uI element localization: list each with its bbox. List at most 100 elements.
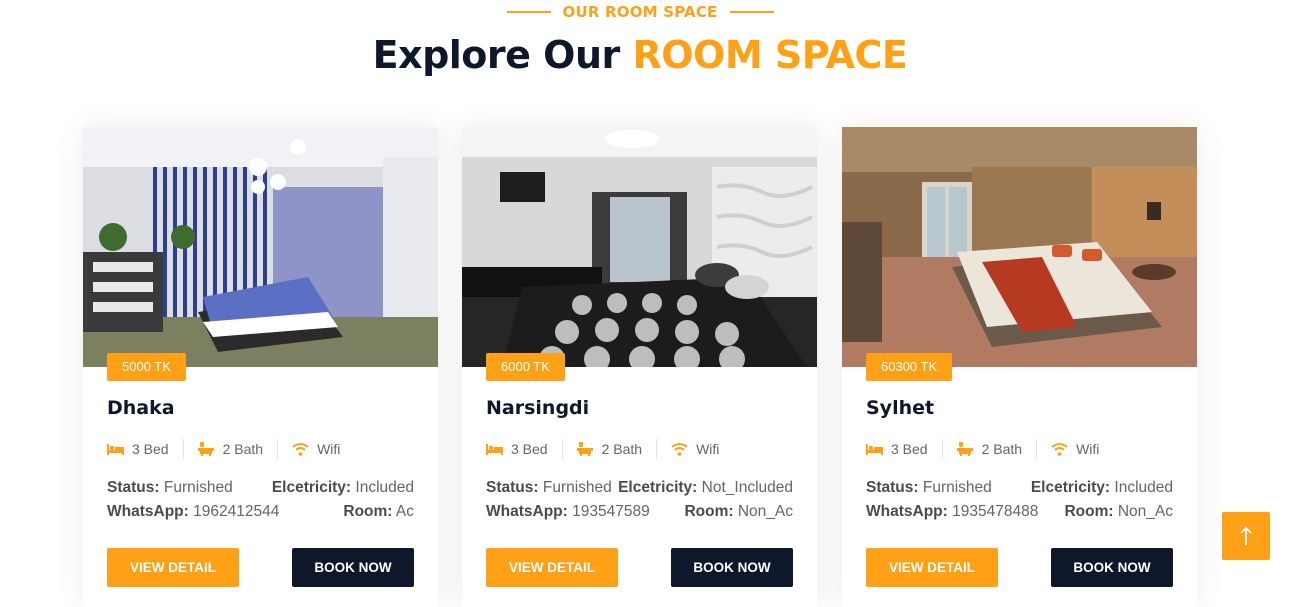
whatsapp-value: 1962412544 bbox=[193, 503, 280, 520]
electricity-label: Elcetricity: bbox=[618, 479, 698, 496]
electricity-value: Included bbox=[355, 479, 414, 496]
amenities: 3 Bed 2 Bath Wifi bbox=[107, 439, 340, 459]
amenities: 3 Bed 2 Bath Wifi bbox=[866, 439, 1099, 459]
amenity-bed-label: 3 Bed bbox=[511, 441, 548, 457]
tag-line-right bbox=[729, 11, 774, 13]
section-tag-text: OUR ROOM SPACE bbox=[562, 3, 718, 21]
amenities: 3 Bed 2 Bath Wifi bbox=[486, 439, 719, 459]
view-detail-button[interactable]: VIEW DETAIL bbox=[107, 548, 239, 587]
amenity-bath: 2 Bath bbox=[576, 441, 643, 457]
info-row-contact: WhatsApp: 1962412544 Room: Ac bbox=[107, 503, 414, 521]
info-row-status: Status: Furnished Elcetricity: Included bbox=[866, 479, 1173, 497]
view-detail-button[interactable]: VIEW DETAIL bbox=[866, 548, 998, 587]
info-row-contact: WhatsApp: 193547589 Room: Non_Ac bbox=[486, 503, 793, 521]
status-value: Furnished bbox=[542, 479, 612, 496]
whatsapp-field: WhatsApp: 193547589 bbox=[486, 503, 650, 521]
amenity-bed: 3 Bed bbox=[486, 441, 548, 457]
electricity-field: Elcetricity: Included bbox=[272, 479, 414, 497]
status-label: Status: bbox=[107, 479, 160, 496]
info-row-status: Status: Furnished Elcetricity: Included bbox=[107, 479, 414, 497]
section-title-accent: ROOM SPACE bbox=[632, 33, 908, 77]
amenity-wifi-label: Wifi bbox=[1076, 441, 1100, 457]
amenity-wifi: Wifi bbox=[671, 441, 719, 457]
bed-icon bbox=[866, 442, 883, 456]
price-badge: 6000 TK bbox=[486, 353, 565, 381]
status-field: Status: Furnished bbox=[486, 479, 612, 497]
amenity-divider bbox=[561, 439, 563, 459]
book-now-button[interactable]: BOOK NOW bbox=[671, 548, 793, 587]
room-card: 60300 TK Sylhet 3 Bed 2 Bath Wifi Status… bbox=[842, 127, 1197, 607]
room-type-label: Room: bbox=[1064, 503, 1114, 520]
amenity-divider bbox=[182, 439, 184, 459]
amenity-divider bbox=[277, 439, 279, 459]
amenity-bed: 3 Bed bbox=[866, 441, 928, 457]
room-photo bbox=[842, 127, 1197, 367]
room-card: 6000 TK Narsingdi 3 Bed 2 Bath Wifi Stat… bbox=[462, 127, 817, 607]
room-type-label: Room: bbox=[343, 503, 393, 520]
tag-line-left bbox=[506, 11, 551, 13]
status-label: Status: bbox=[866, 479, 919, 496]
amenity-wifi: Wifi bbox=[292, 441, 340, 457]
whatsapp-label: WhatsApp: bbox=[486, 503, 568, 520]
room-photo bbox=[83, 127, 438, 367]
bath-icon bbox=[197, 442, 215, 456]
amenity-wifi: Wifi bbox=[1051, 441, 1099, 457]
electricity-field: Elcetricity: Included bbox=[1031, 479, 1173, 497]
room-type-field: Room: Ac bbox=[343, 503, 414, 521]
electricity-label: Elcetricity: bbox=[271, 479, 352, 496]
room-type-label: Room: bbox=[684, 503, 734, 520]
electricity-value: Not_Included bbox=[701, 479, 793, 496]
room-type-value: Non_Ac bbox=[737, 503, 793, 520]
info-row-contact: WhatsApp: 1935478488 Room: Non_Ac bbox=[866, 503, 1173, 521]
electricity-field: Elcetricity: Not_Included bbox=[618, 479, 793, 497]
arrow-up-icon bbox=[1239, 526, 1253, 546]
room-type-value: Ac bbox=[395, 503, 414, 520]
electricity-value: Included bbox=[1114, 479, 1173, 496]
room-type-field: Room: Non_Ac bbox=[1064, 503, 1173, 521]
wifi-icon bbox=[1051, 442, 1068, 456]
bed-icon bbox=[486, 442, 503, 456]
bath-icon bbox=[576, 442, 594, 456]
room-type-field: Room: Non_Ac bbox=[684, 503, 793, 521]
amenity-wifi-label: Wifi bbox=[317, 441, 341, 457]
section-title: Explore Our ROOM SPACE bbox=[0, 30, 1280, 80]
whatsapp-value: 193547589 bbox=[572, 503, 650, 520]
amenity-divider bbox=[656, 439, 658, 459]
status-value: Furnished bbox=[163, 479, 233, 496]
amenity-bath: 2 Bath bbox=[197, 441, 264, 457]
whatsapp-field: WhatsApp: 1935478488 bbox=[866, 503, 1038, 521]
status-field: Status: Furnished bbox=[866, 479, 992, 497]
book-now-button[interactable]: BOOK NOW bbox=[1051, 548, 1173, 587]
status-label: Status: bbox=[486, 479, 539, 496]
price-badge: 5000 TK bbox=[107, 353, 186, 381]
room-type-value: Non_Ac bbox=[1117, 503, 1173, 520]
amenity-bath-label: 2 Bath bbox=[981, 441, 1023, 457]
info-row-status: Status: Furnished Elcetricity: Not_Inclu… bbox=[486, 479, 793, 497]
amenity-bed-label: 3 Bed bbox=[891, 441, 928, 457]
amenity-bath-label: 2 Bath bbox=[222, 441, 264, 457]
room-card: 5000 TK Dhaka 3 Bed 2 Bath Wifi Status: … bbox=[83, 127, 438, 607]
wifi-icon bbox=[292, 442, 309, 456]
wifi-icon bbox=[671, 442, 688, 456]
room-name: Sylhet bbox=[866, 397, 935, 419]
status-field: Status: Furnished bbox=[107, 479, 233, 497]
whatsapp-field: WhatsApp: 1962412544 bbox=[107, 503, 279, 521]
bath-icon bbox=[956, 442, 974, 456]
whatsapp-value: 1935478488 bbox=[952, 503, 1039, 520]
room-name: Dhaka bbox=[107, 397, 175, 419]
amenity-wifi-label: Wifi bbox=[696, 441, 720, 457]
amenity-bath: 2 Bath bbox=[956, 441, 1023, 457]
whatsapp-label: WhatsApp: bbox=[866, 503, 948, 520]
view-detail-button[interactable]: VIEW DETAIL bbox=[486, 548, 618, 587]
section-tag: OUR ROOM SPACE bbox=[0, 0, 1280, 24]
room-name: Narsingdi bbox=[486, 397, 590, 419]
amenity-divider bbox=[1036, 439, 1038, 459]
bed-icon bbox=[107, 442, 124, 456]
amenity-divider bbox=[941, 439, 943, 459]
price-badge: 60300 TK bbox=[866, 353, 953, 381]
back-to-top-button[interactable] bbox=[1222, 512, 1270, 560]
electricity-label: Elcetricity: bbox=[1030, 479, 1111, 496]
book-now-button[interactable]: BOOK NOW bbox=[292, 548, 414, 587]
whatsapp-label: WhatsApp: bbox=[107, 503, 189, 520]
amenity-bath-label: 2 Bath bbox=[601, 441, 643, 457]
